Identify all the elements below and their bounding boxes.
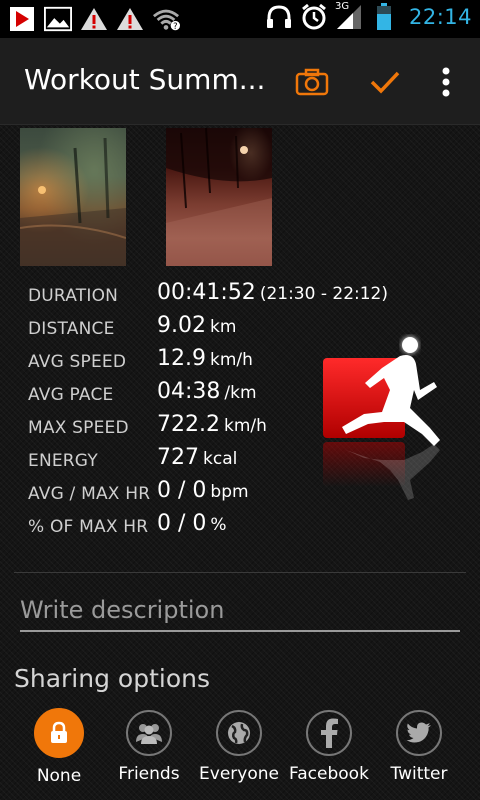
- share-option-friends[interactable]: Friends: [104, 708, 194, 784]
- share-option-label: Everyone: [199, 764, 279, 784]
- camera-button[interactable]: [290, 60, 334, 104]
- camera-icon: [295, 68, 329, 96]
- sharing-options: None Friends Everyone Facebook Twitter: [0, 708, 480, 800]
- sharing-options-title: Sharing options: [14, 664, 210, 693]
- stat-row: DURATION 00:41:52 (21:30 - 22:12): [28, 280, 428, 313]
- friends-icon: [126, 710, 172, 756]
- action-bar: Workout Summ...: [0, 38, 480, 125]
- lock-icon: [34, 708, 84, 758]
- globe-icon: [216, 710, 262, 756]
- stat-unit: km/h: [223, 416, 267, 436]
- stat-unit: /km: [224, 383, 257, 403]
- checkmark-icon: [370, 71, 400, 94]
- stat-value: 12.9: [157, 346, 206, 371]
- stat-label: DURATION: [28, 286, 119, 306]
- stat-label: MAX SPEED: [28, 418, 129, 438]
- battery-icon: [370, 3, 398, 31]
- youtube-icon: [8, 5, 36, 33]
- stat-value: 9.02: [157, 313, 206, 338]
- overflow-menu-button[interactable]: [424, 60, 468, 104]
- stat-unit: bpm: [210, 482, 249, 502]
- share-option-label: Facebook: [289, 764, 369, 784]
- share-option-twitter[interactable]: Twitter: [374, 708, 464, 784]
- gallery-icon: [44, 5, 72, 33]
- stat-label: DISTANCE: [28, 319, 115, 339]
- description-input[interactable]: [20, 590, 460, 632]
- stat-unit: km/h: [209, 350, 253, 370]
- divider: [14, 572, 466, 573]
- stat-unit: kcal: [203, 449, 238, 469]
- share-option-label: Twitter: [390, 764, 448, 784]
- status-bar: ? 3G 22:14: [0, 0, 480, 38]
- stat-label: AVG PACE: [28, 385, 114, 405]
- stat-value: 727: [157, 445, 199, 470]
- stat-label: AVG SPEED: [28, 352, 127, 372]
- stat-label: % OF MAX HR: [28, 517, 149, 537]
- share-option-label: Friends: [118, 764, 180, 784]
- share-option-label: None: [36, 766, 82, 786]
- stat-unit: km: [209, 317, 237, 337]
- stat-value: 04:38: [157, 379, 221, 404]
- svg-text:?: ?: [173, 21, 177, 31]
- signal-icon: 3G: [334, 1, 363, 31]
- stat-unit: %: [210, 515, 227, 535]
- overflow-menu-icon: [442, 67, 450, 97]
- stat-value: 0 / 0: [157, 478, 207, 503]
- clock: 22:14: [408, 5, 472, 29]
- warning-icon: [116, 5, 144, 33]
- headphones-icon: [265, 3, 293, 31]
- running-activity-icon[interactable]: [318, 330, 448, 510]
- stat-value: 722.2: [157, 412, 220, 437]
- network-type-label: 3G: [334, 1, 350, 12]
- page-title: Workout Summ...: [24, 63, 266, 96]
- stat-label: AVG / MAX HR: [28, 484, 151, 504]
- workout-photo[interactable]: [166, 128, 272, 266]
- confirm-button[interactable]: [363, 60, 407, 104]
- share-option-facebook[interactable]: Facebook: [284, 708, 374, 784]
- stat-row: % OF MAX HR 0 / 0%: [28, 511, 428, 544]
- twitter-icon: [396, 710, 442, 756]
- workout-photo[interactable]: [20, 128, 126, 266]
- stat-value: 00:41:52: [157, 280, 256, 305]
- stat-unit: (21:30 - 22:12): [259, 284, 389, 304]
- stat-label: ENERGY: [28, 451, 98, 471]
- share-option-everyone[interactable]: Everyone: [194, 708, 284, 784]
- warning-icon: [80, 5, 108, 33]
- alarm-icon: [300, 3, 328, 31]
- wifi-icon: ?: [152, 5, 180, 33]
- stat-value: 0 / 0: [157, 511, 207, 536]
- share-option-none[interactable]: None: [14, 708, 104, 786]
- facebook-icon: [306, 710, 352, 756]
